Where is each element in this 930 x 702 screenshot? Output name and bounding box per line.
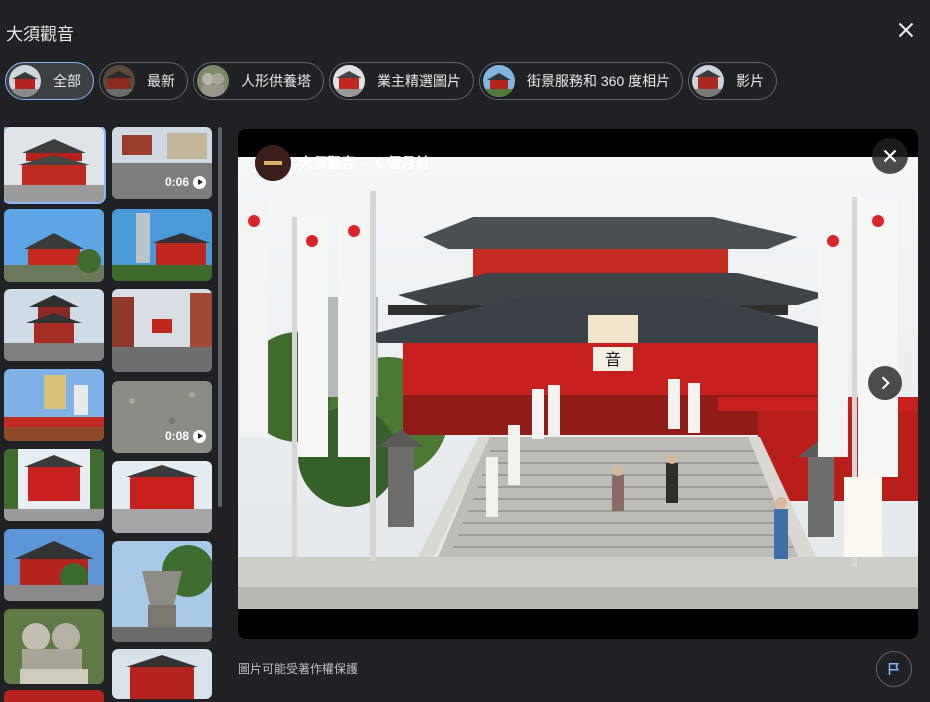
viewer-close-button[interactable] (872, 138, 908, 174)
video-duration: 0:08 (165, 429, 206, 443)
video-thumbnail[interactable]: 0:08 (112, 381, 212, 453)
photo-thumbnail[interactable] (112, 209, 212, 281)
chip-all[interactable]: 全部 (5, 62, 94, 100)
photo-thumbnail[interactable] (4, 209, 104, 282)
photo-age: 6 個月前 (375, 155, 430, 171)
chip-thumbnail (103, 65, 135, 97)
chip-thumbnail (483, 65, 515, 97)
chip-label: 最新 (147, 73, 175, 89)
chip-thumbnail (9, 65, 41, 97)
temple-logo-icon (255, 145, 291, 181)
photo-thumbnail[interactable] (4, 690, 104, 702)
photo-thumbnail[interactable] (4, 449, 104, 521)
author-name: 大須觀音 (299, 155, 355, 171)
next-photo-button[interactable] (868, 366, 902, 400)
photo-thumbnail[interactable] (4, 529, 104, 601)
chip-label: 人形供養塔 (241, 73, 311, 89)
flag-icon (888, 663, 899, 675)
close-icon (898, 22, 914, 38)
chip-label: 街景服務和 360 度相片 (527, 73, 671, 89)
photo-thumbnail[interactable] (112, 461, 212, 533)
chip-doll-memorial-tower[interactable]: 人形供養塔 (193, 62, 324, 100)
chevron-right-icon (881, 376, 890, 390)
play-icon (193, 175, 206, 189)
main-photo[interactable]: 音 (238, 157, 918, 609)
photo-thumbnail[interactable] (4, 289, 104, 361)
separator-dot: · (363, 155, 368, 171)
copyright-notice: 圖片可能受著作權保護 (238, 662, 359, 676)
chip-owner-photos[interactable]: 業主精選圖片 (329, 62, 474, 100)
play-icon (193, 429, 206, 443)
temple-plaque: 音 (605, 350, 621, 369)
photo-thumbnail[interactable] (4, 369, 104, 441)
video-duration: 0:06 (165, 175, 206, 189)
chip-label: 業主精選圖片 (377, 73, 461, 89)
photo-thumbnail[interactable] (112, 649, 212, 699)
close-button[interactable] (893, 17, 919, 43)
photo-thumbnail[interactable] (112, 541, 212, 642)
chip-label: 全部 (53, 73, 81, 89)
author-avatar (255, 145, 291, 181)
photo-grid: 0:06 0:08 (4, 127, 212, 702)
chip-street-view-360[interactable]: 街景服務和 360 度相片 (479, 62, 684, 100)
chip-videos[interactable]: 影片 (688, 62, 778, 100)
page-title: 大須觀音 (6, 25, 74, 44)
chip-thumbnail (692, 65, 725, 97)
photo-viewer: 音 大須觀音 · 6 個月前 (238, 129, 918, 639)
video-thumbnail[interactable]: 0:06 (112, 127, 212, 199)
chip-latest[interactable]: 最新 (99, 62, 188, 100)
filter-chip-bar: 全部 最新 人形供養塔 業主精選圖片 街景服務和 360 度相片 影片 (5, 62, 778, 100)
grid-scrollbar[interactable] (218, 127, 222, 507)
chip-thumbnail (333, 65, 365, 97)
close-icon (883, 149, 897, 163)
chip-label: 影片 (736, 73, 765, 89)
chip-thumbnail (197, 65, 229, 97)
report-button[interactable] (876, 651, 912, 687)
photo-attribution[interactable]: 大須觀音 · 6 個月前 (255, 145, 429, 181)
photo-thumbnail-selected[interactable] (4, 127, 106, 204)
photo-thumbnail[interactable] (4, 609, 104, 684)
photo-thumbnail[interactable] (112, 289, 212, 372)
